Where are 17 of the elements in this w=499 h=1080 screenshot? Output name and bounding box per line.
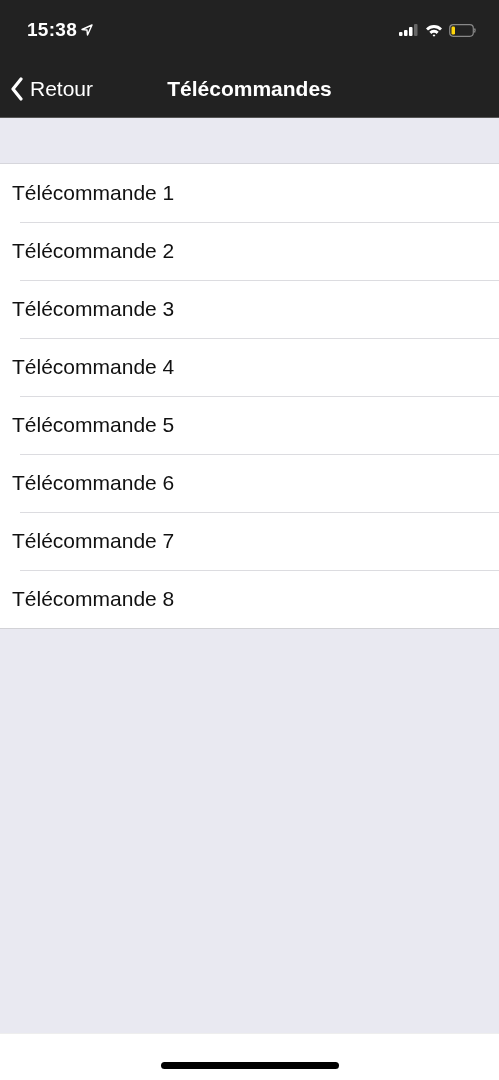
- list-item[interactable]: Télécommande 5: [0, 396, 499, 454]
- list-item[interactable]: Télécommande 1: [0, 164, 499, 222]
- back-button[interactable]: Retour: [10, 76, 94, 101]
- location-arrow-icon: [81, 24, 94, 36]
- list-item[interactable]: Télécommande 2: [0, 222, 499, 280]
- list-item[interactable]: Télécommande 8: [0, 570, 499, 628]
- list-item[interactable]: Télécommande 7: [0, 512, 499, 570]
- chevron-left-icon: [10, 76, 24, 101]
- wifi-icon: [425, 23, 443, 37]
- list-item[interactable]: Télécommande 3: [0, 280, 499, 338]
- list-item[interactable]: Télécommande 6: [0, 454, 499, 512]
- status-time: 15:38: [27, 19, 78, 41]
- list-item[interactable]: Télécommande 4: [0, 338, 499, 396]
- signal-icon: [399, 24, 419, 36]
- battery-icon: [449, 23, 477, 37]
- home-indicator[interactable]: [160, 1061, 339, 1069]
- screen-title: Télécommandes: [167, 76, 332, 101]
